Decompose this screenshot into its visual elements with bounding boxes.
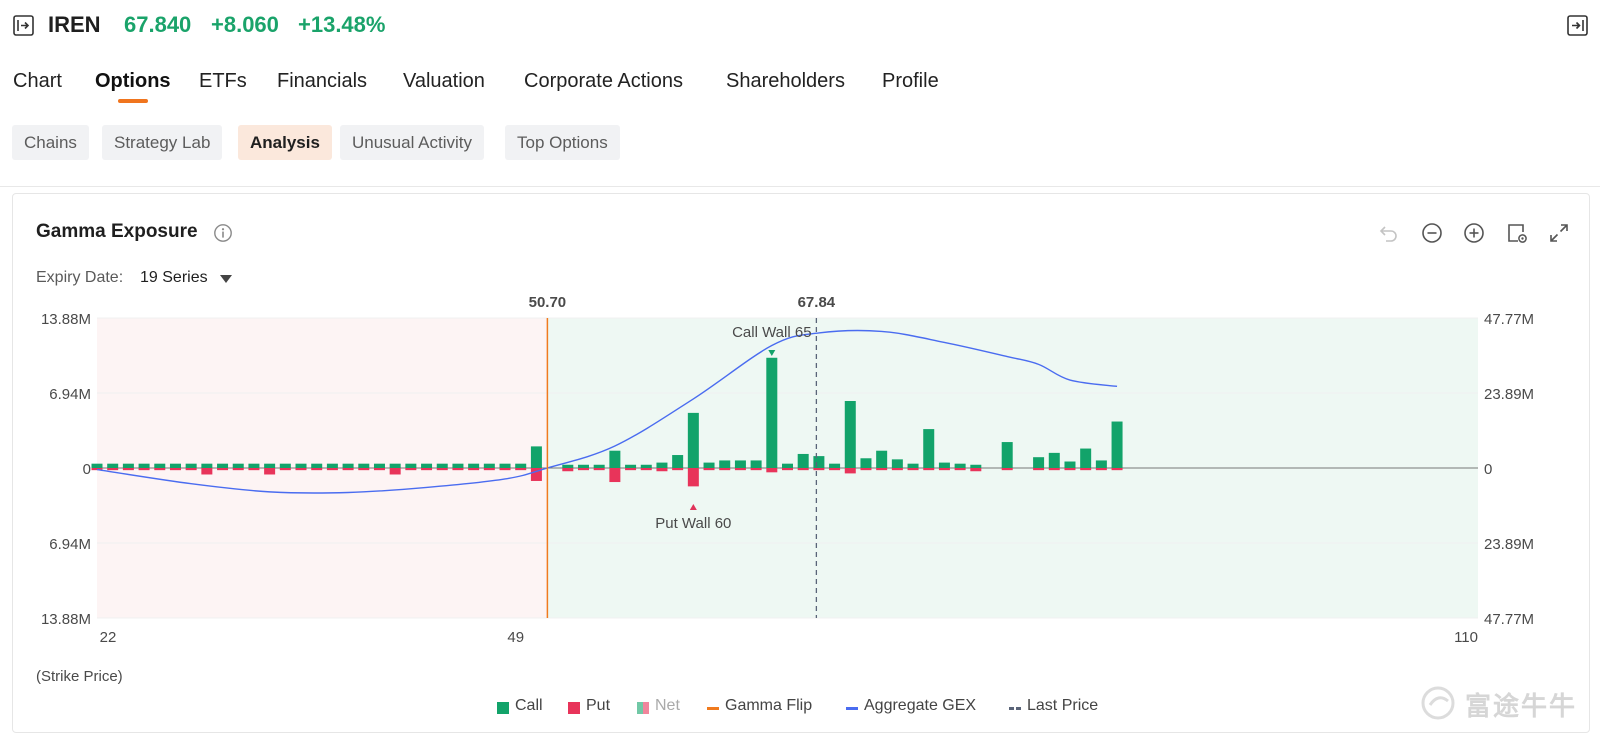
watermark-text: 富途牛牛: [1465, 691, 1578, 721]
legend-gamma-flip-swatch: [707, 707, 719, 710]
last-price: 67.840: [124, 12, 192, 37]
legend-last-price-swatch-a: [1009, 707, 1014, 710]
tab-options[interactable]: Options: [95, 70, 171, 93]
gamma-exposure-card: [12, 193, 1590, 733]
chart-legend: Call Put Net Gamma Flip Aggregate GEX La…: [0, 697, 1600, 719]
expiry-date-select[interactable]: 19 Series: [140, 269, 208, 287]
tab-profile[interactable]: Profile: [882, 70, 939, 93]
futu-logo-watermark: [1421, 686, 1455, 720]
expiry-date-label: Expiry Date:: [36, 269, 124, 286]
subtab-analysis[interactable]: Analysis: [238, 125, 332, 160]
x-axis-title: (Strike Price): [36, 668, 123, 685]
section-divider: [0, 186, 1600, 187]
price-change: +8.060: [211, 12, 279, 37]
tab-valuation[interactable]: Valuation: [403, 70, 485, 93]
tab-shareholders[interactable]: Shareholders: [726, 70, 845, 93]
caret-down-icon[interactable]: [220, 275, 232, 283]
subtab-chains[interactable]: Chains: [12, 125, 89, 160]
card-title: Gamma Exposure: [36, 221, 198, 242]
quote-header: IREN 67.840 +8.060 +13.48%: [0, 0, 1600, 52]
zoom-in-icon[interactable]: [1462, 221, 1486, 245]
ticker-symbol: IREN: [48, 12, 101, 37]
tab-corporate-actions[interactable]: Corporate Actions: [524, 70, 683, 93]
undo-icon[interactable]: [1377, 221, 1401, 245]
legend-call-swatch: [497, 702, 509, 714]
legend-put-swatch: [568, 702, 580, 714]
info-icon[interactable]: [213, 223, 233, 243]
collapse-panel-icon[interactable]: [13, 15, 34, 36]
tab-chart[interactable]: Chart: [13, 70, 62, 93]
expand-panel-icon[interactable]: [1567, 15, 1588, 36]
price-change-percent: +13.48%: [298, 12, 386, 37]
tab-etfs[interactable]: ETFs: [199, 70, 247, 93]
tab-financials[interactable]: Financials: [277, 70, 367, 93]
subtab-strategy-lab[interactable]: Strategy Lab: [102, 125, 223, 160]
subtab-unusual-activity[interactable]: Unusual Activity: [340, 125, 484, 160]
legend-last-price-swatch-b: [1016, 707, 1021, 710]
fullscreen-icon[interactable]: [1547, 221, 1571, 245]
snapshot-settings-icon[interactable]: [1505, 221, 1529, 245]
legend-aggregate-gex-swatch: [846, 707, 858, 710]
legend-net-swatch-right: [643, 702, 649, 714]
subtab-top-options[interactable]: Top Options: [505, 125, 620, 160]
zoom-out-icon[interactable]: [1420, 221, 1444, 245]
main-tabs: Chart Options ETFs Financials Valuation …: [0, 68, 1000, 104]
